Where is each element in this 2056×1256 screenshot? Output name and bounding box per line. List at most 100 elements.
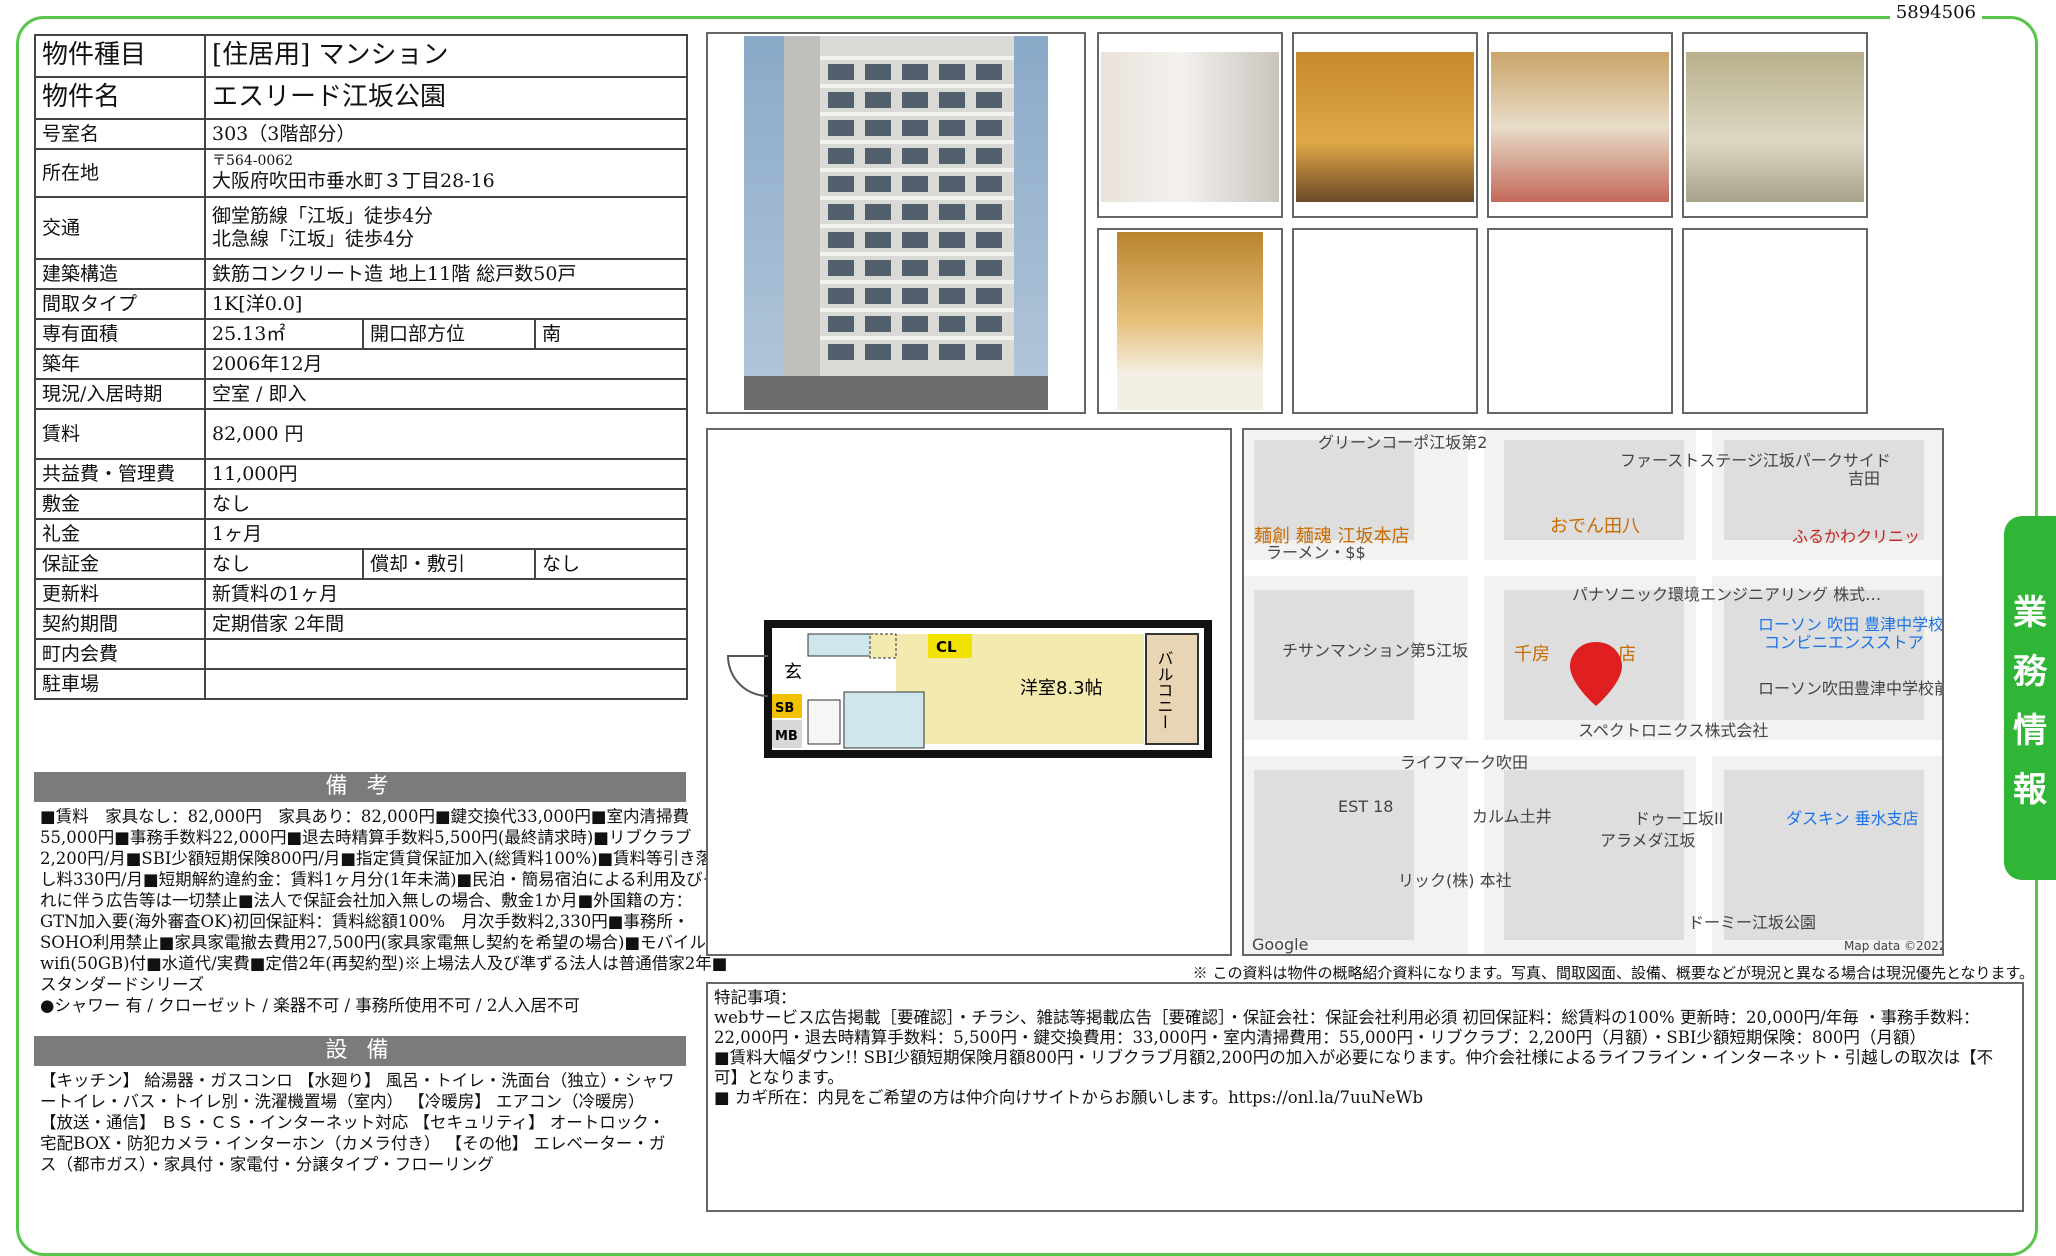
window: [865, 120, 891, 136]
address-value: 大阪府吹田市垂水町３丁目28-16: [212, 170, 495, 192]
map-label: ライフマーク吹田: [1400, 753, 1528, 772]
window: [865, 344, 891, 360]
label: 共益費・管理費: [34, 458, 206, 490]
window: [976, 120, 1002, 136]
empty-photo-slot: [1292, 228, 1478, 414]
window: [939, 92, 965, 108]
window: [828, 176, 854, 192]
layout-type: 1K[洋0.0]: [203, 288, 689, 320]
window: [902, 344, 928, 360]
map-canvas[interactable]: グリーンコーポ江坂第2ファーストステージ江坂パークサイド吉田麺創 麺魂 江坂本店…: [1244, 430, 1942, 954]
remarks-text: ■賃料 家具なし：82,000円 家具あり：82,000円■鍵交換代33,000…: [40, 807, 729, 1015]
window: [902, 316, 928, 332]
map-label: ドゥー工坂II: [1634, 809, 1723, 828]
renewal-fee: 新賃料の1ヶ月: [203, 578, 689, 610]
kitchen-photo-thumbnail[interactable]: [1292, 32, 1478, 218]
label: 更新料: [34, 578, 206, 610]
property-name: エスリード江坂公園: [203, 76, 689, 120]
window: [828, 344, 854, 360]
floor-area: 25.13㎡: [204, 318, 364, 350]
location-map[interactable]: グリーンコーポ江坂第2 ファーストステージ江坂パークサイド 吉田 麺創 麺魂 江坂本店…: [1242, 428, 1944, 956]
deposit: なし: [203, 488, 689, 520]
map-label: おでん田八: [1550, 516, 1640, 537]
room-number: 303（3階部分）: [203, 118, 689, 150]
postal-code: 〒564-0062: [212, 153, 294, 170]
management-fee: 11,000円: [203, 458, 689, 490]
label: 礼金: [34, 518, 206, 550]
floor-plan[interactable]: 玄 CL SB MB 洋室8.3帖 バルコニー: [706, 428, 1232, 956]
structure: 鉄筋コンクリート造 地上11階 総戸数50戸: [203, 258, 689, 290]
map-block: [1724, 590, 1924, 720]
bath-photo-thumbnail[interactable]: [1682, 32, 1868, 218]
address: 〒564-0062 大阪府吹田市垂水町３丁目28-16: [203, 148, 689, 198]
label: 専有面積: [34, 318, 206, 350]
rent: 82,000 円: [203, 408, 689, 460]
window: [865, 148, 891, 164]
map-label: パナソニック環境エンジニアリング 株式…: [1572, 585, 1881, 604]
floor-slab: [820, 224, 1014, 228]
window: [865, 316, 891, 332]
property-spec-table: 物件種目 [住居用] マンション 物件名 エスリード江坂公園 号室名 303（3階部分…: [34, 34, 689, 700]
label: 築年: [34, 348, 206, 380]
map-label: Google: [1252, 935, 1308, 954]
window: [976, 64, 1002, 80]
window: [939, 288, 965, 304]
map-block: [1254, 770, 1414, 940]
window: [865, 92, 891, 108]
room-photo-thumbnail[interactable]: [1097, 32, 1283, 218]
map-label: コンビニエンスストア: [1764, 633, 1924, 652]
label: 物件種目: [34, 34, 206, 78]
amortization: なし: [533, 548, 689, 580]
direction: 南: [533, 318, 689, 350]
map-label: リック(株) 本社: [1398, 871, 1512, 890]
built-date: 2006年12月: [203, 348, 689, 380]
building-exterior-image: [744, 36, 1048, 410]
window: [976, 204, 1002, 220]
window: [939, 176, 965, 192]
washbasin-photo-thumbnail[interactable]: [1487, 32, 1673, 218]
window: [976, 148, 1002, 164]
window: [828, 288, 854, 304]
remarks-heading: 備 考: [34, 772, 686, 802]
floor-slab: [820, 196, 1014, 200]
map-label: ラーメン・$$: [1266, 543, 1366, 562]
label: 敷金: [34, 488, 206, 520]
window: [939, 344, 965, 360]
building-photo[interactable]: [706, 32, 1086, 414]
label: 号室名: [34, 118, 206, 150]
map-label: ふるかわクリニッ: [1792, 527, 1920, 546]
town-fee: [203, 638, 689, 670]
window: [976, 316, 1002, 332]
access-line: 御堂筋線「江坂」徒歩4分: [212, 205, 434, 228]
toilet-photo-thumbnail[interactable]: [1097, 228, 1283, 414]
window: [902, 92, 928, 108]
window: [828, 92, 854, 108]
floor-slab: [820, 140, 1014, 144]
floor-slab: [820, 84, 1014, 88]
window: [865, 64, 891, 80]
label: 契約期間: [34, 608, 206, 640]
window: [902, 232, 928, 248]
property-type: [住居用] マンション: [203, 34, 689, 78]
equipment-text: 【キッチン】 給湯器・ガスコンロ 【水廻り】 風呂・トイレ・洗面台（独立）・シャ…: [40, 1071, 675, 1174]
business-info-tab[interactable]: 業務情報: [2004, 516, 2056, 880]
window: [828, 260, 854, 276]
window: [939, 120, 965, 136]
window: [976, 260, 1002, 276]
window: [976, 176, 1002, 192]
window: [902, 204, 928, 220]
disclaimer-note: ※ この資料は物件の概略紹介資料になります。写真、間取図面、設備、概要などが現況…: [1192, 964, 2034, 982]
key-money: 1ヶ月: [203, 518, 689, 550]
special-notes: 特記事項： webサービス広告掲載［要確認］・チラシ、雑誌等掲載広告［要確認］・…: [706, 982, 2024, 1212]
label: 開口部方位: [362, 318, 536, 350]
map-label: Map data ©2022: [1844, 939, 1942, 953]
equipment-heading: 設 備: [34, 1036, 686, 1066]
empty-photo-slot: [1487, 228, 1673, 414]
window: [865, 260, 891, 276]
window: [828, 316, 854, 332]
window: [939, 232, 965, 248]
map-label: ダスキン 垂水支店: [1786, 809, 1919, 828]
label: 建築構造: [34, 258, 206, 290]
window: [902, 176, 928, 192]
map-label: ローソン 吹田 豊津中学校前店: [1758, 615, 1942, 634]
